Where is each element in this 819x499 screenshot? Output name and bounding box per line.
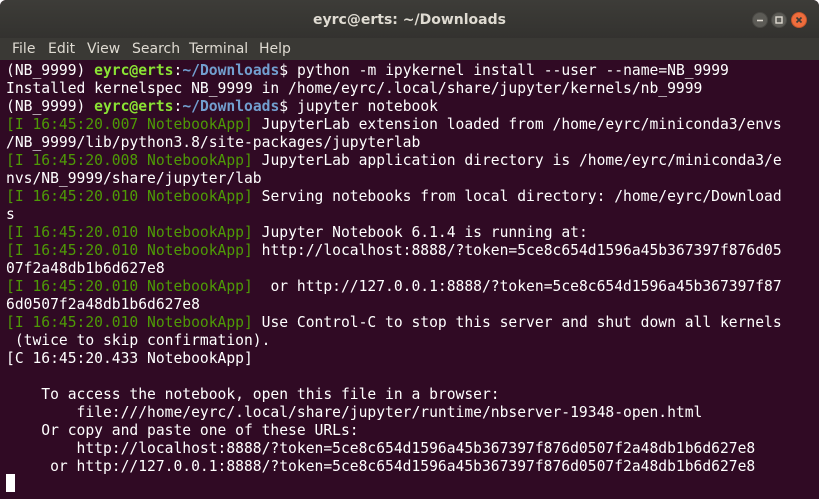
critical-log-line: [C 16:45:20.433 NotebookApp] [6, 350, 253, 367]
access-line: or http://127.0.0.1:8888/?token=5ce8c654… [6, 458, 756, 475]
prompt-line: (NB_9999) eyrc@erts:~/Downloads$ jupyter… [6, 98, 438, 116]
command-text: jupyter notebook [296, 98, 438, 115]
log-continuation: s [6, 206, 15, 223]
prompt-colon: : [173, 98, 183, 115]
access-line: file:///home/eyrc/.local/share/jupyter/r… [6, 404, 703, 421]
close-icon [795, 16, 803, 24]
minimize-button[interactable] [752, 12, 768, 28]
prompt-user-host: eyrc@erts [94, 62, 174, 79]
minimize-icon [757, 19, 763, 22]
menu-search[interactable]: Search [132, 41, 180, 57]
output-line: Installed kernelspec NB_9999 in /home/ey… [6, 80, 703, 97]
log-prefix: [I 16:45:20.010 NotebookApp] [6, 278, 253, 295]
close-button[interactable] [791, 12, 807, 28]
prompt-user-host: eyrc@erts [94, 98, 174, 115]
prompt-path: ~/Downloads [182, 62, 280, 79]
log-text: JupyterLab extension loaded from /home/e… [252, 116, 782, 133]
prompt-symbol: $ [279, 98, 297, 115]
log-prefix: [I 16:45:20.010 NotebookApp] [6, 188, 253, 205]
menu-edit[interactable]: Edit [48, 41, 75, 57]
maximize-icon [775, 16, 783, 24]
terminal-window: eyrc@erts: ~/Downloads File Edit View Se… [0, 0, 819, 499]
title-bar[interactable]: eyrc@erts: ~/Downloads [0, 0, 819, 38]
terminal-output[interactable]: (NB_9999) eyrc@erts:~/Downloads$ python … [6, 62, 814, 494]
prompt-colon: : [173, 62, 183, 79]
log-line: [I 16:45:20.008 NotebookApp] JupyterLab … [6, 152, 782, 170]
log-text: Serving notebooks from local directory: … [252, 188, 782, 205]
log-prefix: [I 16:45:20.008 NotebookApp] [6, 152, 253, 169]
window-title: eyrc@erts: ~/Downloads [313, 12, 506, 28]
log-text: or http://127.0.0.1:8888/?token=5ce8c654… [252, 278, 782, 295]
log-prefix: [I 16:45:20.010 NotebookApp] [6, 242, 253, 259]
log-continuation: 6d0507f2a48db1b6d627e8 [6, 296, 200, 313]
command-text: python -m ipykernel install --user --nam… [296, 62, 729, 79]
log-line: [I 16:45:20.010 NotebookApp] or http://1… [6, 278, 782, 296]
log-line: [I 16:45:20.010 NotebookApp] Jupyter Not… [6, 224, 588, 242]
log-prefix: [I 16:45:20.007 NotebookApp] [6, 116, 253, 133]
prompt-env: (NB_9999) [6, 98, 95, 115]
menu-view[interactable]: View [87, 41, 120, 57]
menu-bar: File Edit View Search Terminal Help [0, 38, 819, 60]
log-continuation: /NB_9999/lib/python3.8/site-packages/jup… [6, 134, 421, 151]
access-line: http://localhost:8888/?token=5ce8c654d15… [6, 440, 756, 457]
log-text: http://localhost:8888/?token=5ce8c654d15… [252, 242, 782, 259]
terminal-scrollbar[interactable] [815, 60, 819, 499]
log-text: JupyterLab application directory is /hom… [252, 152, 782, 169]
log-continuation: 07f2a48db1b6d627e8 [6, 260, 165, 277]
maximize-button[interactable] [771, 12, 787, 28]
log-line: [I 16:45:20.010 NotebookApp] Serving not… [6, 188, 782, 206]
log-continuation: (twice to skip confirmation). [6, 332, 271, 349]
prompt-path: ~/Downloads [182, 98, 280, 115]
access-line: Or copy and paste one of these URLs: [6, 422, 359, 439]
menu-file[interactable]: File [12, 41, 35, 57]
log-line: [I 16:45:20.010 NotebookApp] http://loca… [6, 242, 782, 260]
prompt-line: (NB_9999) eyrc@erts:~/Downloads$ python … [6, 62, 729, 80]
terminal-cursor [6, 474, 15, 492]
access-line: To access the notebook, open this file i… [6, 386, 500, 403]
prompt-env: (NB_9999) [6, 62, 95, 79]
log-prefix: [I 16:45:20.010 NotebookApp] [6, 224, 253, 241]
log-line: [I 16:45:20.010 NotebookApp] Use Control… [6, 314, 782, 332]
log-continuation: nvs/NB_9999/share/jupyter/lab [6, 170, 262, 187]
prompt-symbol: $ [279, 62, 297, 79]
log-line: [I 16:45:20.007 NotebookApp] JupyterLab … [6, 116, 782, 134]
log-prefix: [I 16:45:20.010 NotebookApp] [6, 314, 253, 331]
log-text: Jupyter Notebook 6.1.4 is running at: [252, 224, 588, 241]
menu-help[interactable]: Help [259, 41, 291, 57]
log-text: Use Control-C to stop this server and sh… [252, 314, 782, 331]
menu-terminal[interactable]: Terminal [189, 41, 248, 57]
